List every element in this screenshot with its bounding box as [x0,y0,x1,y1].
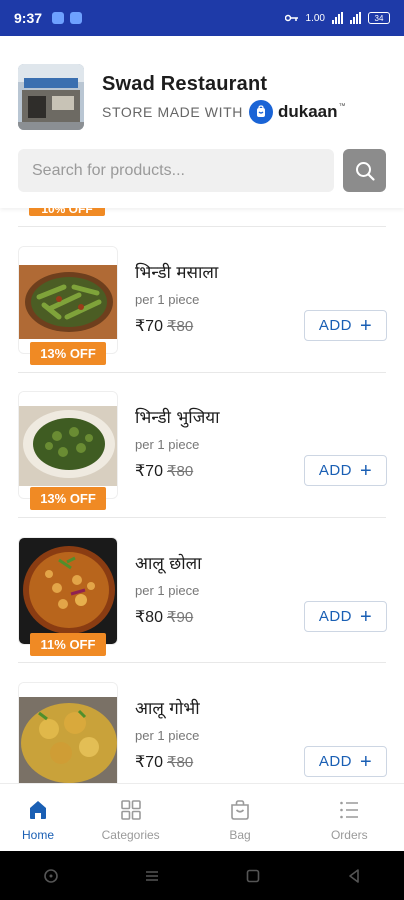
add-to-bag-button[interactable]: ADD + [304,310,387,341]
product-unit: per 1 piece [135,728,200,743]
product-image[interactable] [18,246,118,354]
discount-badge: 11% OFF [30,633,106,656]
divider [18,372,386,373]
product-name[interactable]: आलू छोला [135,551,202,574]
nav-home[interactable]: Home [0,784,76,851]
plus-icon: + [359,314,373,337]
nav-label: Orders [330,828,368,842]
product-name[interactable]: भिन्डी मसाला [135,260,218,283]
product-card[interactable]: 11% OFF आलू छोला per 1 piece ₹80 ₹90 ADD + [0,537,404,677]
bag-icon [231,800,249,820]
storefront-photo [18,64,84,130]
selling-price: ₹70 [135,463,163,480]
search-icon [355,161,375,181]
dukaan-wordmark: dukaan [277,102,338,121]
product-price: ₹80 ₹90 [135,607,193,627]
dukaan-logo-icon [248,100,273,124]
store-name: Swad Restaurant [102,73,268,95]
original-price: ₹80 [166,463,194,480]
search-input[interactable] [32,161,320,180]
add-label: ADD [318,462,352,479]
product-card[interactable]: 13% OFF भिन्डी भुजिया per 1 piece ₹70 ₹80… [0,391,404,531]
product-unit: per 1 piece [135,292,200,307]
product-card[interactable]: 13% OFF भिन्डी मसाला per 1 piece ₹70 ₹80 … [0,246,404,386]
grid-icon [120,800,141,820]
plus-icon: + [359,459,373,482]
bhindi-bhujiya-photo [19,392,117,498]
divider [18,226,386,227]
made-with-text: STORE MADE WITH [102,104,243,120]
signal-icon [332,12,343,24]
trademark: ™ [338,103,347,110]
status-bar: 9:37 1.00 34 [0,0,404,36]
nav-bag[interactable]: Bag [185,784,294,851]
product-image[interactable] [18,682,118,783]
discount-badge: 10% OFF [29,208,105,216]
original-price: ₹80 [166,318,194,335]
nav-label: Home [21,828,54,842]
product-name[interactable]: आलू गोभी [135,696,200,719]
original-price: ₹90 [166,609,194,626]
back-button-icon[interactable] [346,868,362,884]
product-image[interactable] [18,391,118,499]
add-to-bag-button[interactable]: ADD + [304,455,387,486]
add-to-bag-button[interactable]: ADD + [304,601,387,632]
divider [18,662,386,663]
made-with-line: STORE MADE WITH dukaan ™ [102,100,346,124]
circle-button-icon[interactable] [43,868,59,884]
discount-badge: 13% OFF [30,342,106,365]
product-card[interactable]: आलू गोभी per 1 piece ₹70 ₹80 ADD + [0,682,404,783]
nav-label: Bag [229,828,251,842]
store-logo[interactable] [18,64,84,130]
status-indicators: 1.00 34 [284,12,390,24]
discount-badge: 13% OFF [30,487,106,510]
product-unit: per 1 piece [135,437,200,452]
orders-list-icon [340,801,359,819]
bottom-nav: Home Categories Bag Orders [0,783,404,851]
search-box[interactable] [18,149,334,192]
product-name[interactable]: भिन्डी भुजिया [135,405,220,428]
nav-categories[interactable]: Categories [76,784,185,851]
bhindi-masala-photo [19,247,117,353]
product-unit: per 1 piece [135,583,200,598]
notification-icon [70,12,83,24]
search-button[interactable] [343,149,386,192]
add-to-bag-button[interactable]: ADD + [304,746,387,777]
home-icon [30,801,46,819]
battery-icon: 34 [368,12,390,24]
selling-price: ₹70 [135,754,163,771]
status-time: 9:37 [14,10,43,26]
add-label: ADD [318,317,352,334]
system-nav-bar [0,851,404,900]
nav-orders[interactable]: Orders [295,784,404,851]
store-header: Swad Restaurant STORE MADE WITH dukaan ™ [0,36,404,208]
signal-icon [350,12,361,24]
menu-button-icon[interactable] [144,868,160,884]
product-list[interactable]: 10% OFF 13% OFF भिन्डी मसाला per 1 piece… [0,208,404,783]
product-image[interactable] [18,537,118,645]
divider [18,517,386,518]
aloo-chhola-photo [19,538,117,644]
vpn-key-icon [284,14,298,22]
nav-label: Categories [101,828,160,842]
original-price: ₹80 [166,754,194,771]
home-button-icon[interactable] [245,868,261,884]
plus-icon: + [359,750,373,773]
selling-price: ₹70 [135,318,163,335]
data-rate: 1.00 [305,12,325,24]
notification-icon [52,12,65,24]
selling-price: ₹80 [135,609,163,626]
plus-icon: + [359,605,373,628]
product-price: ₹70 ₹80 [135,461,193,481]
add-label: ADD [318,753,352,770]
product-price: ₹70 ₹80 [135,316,193,336]
product-price: ₹70 ₹80 [135,752,193,772]
add-label: ADD [318,608,352,625]
aloo-gobhi-photo [19,683,117,783]
